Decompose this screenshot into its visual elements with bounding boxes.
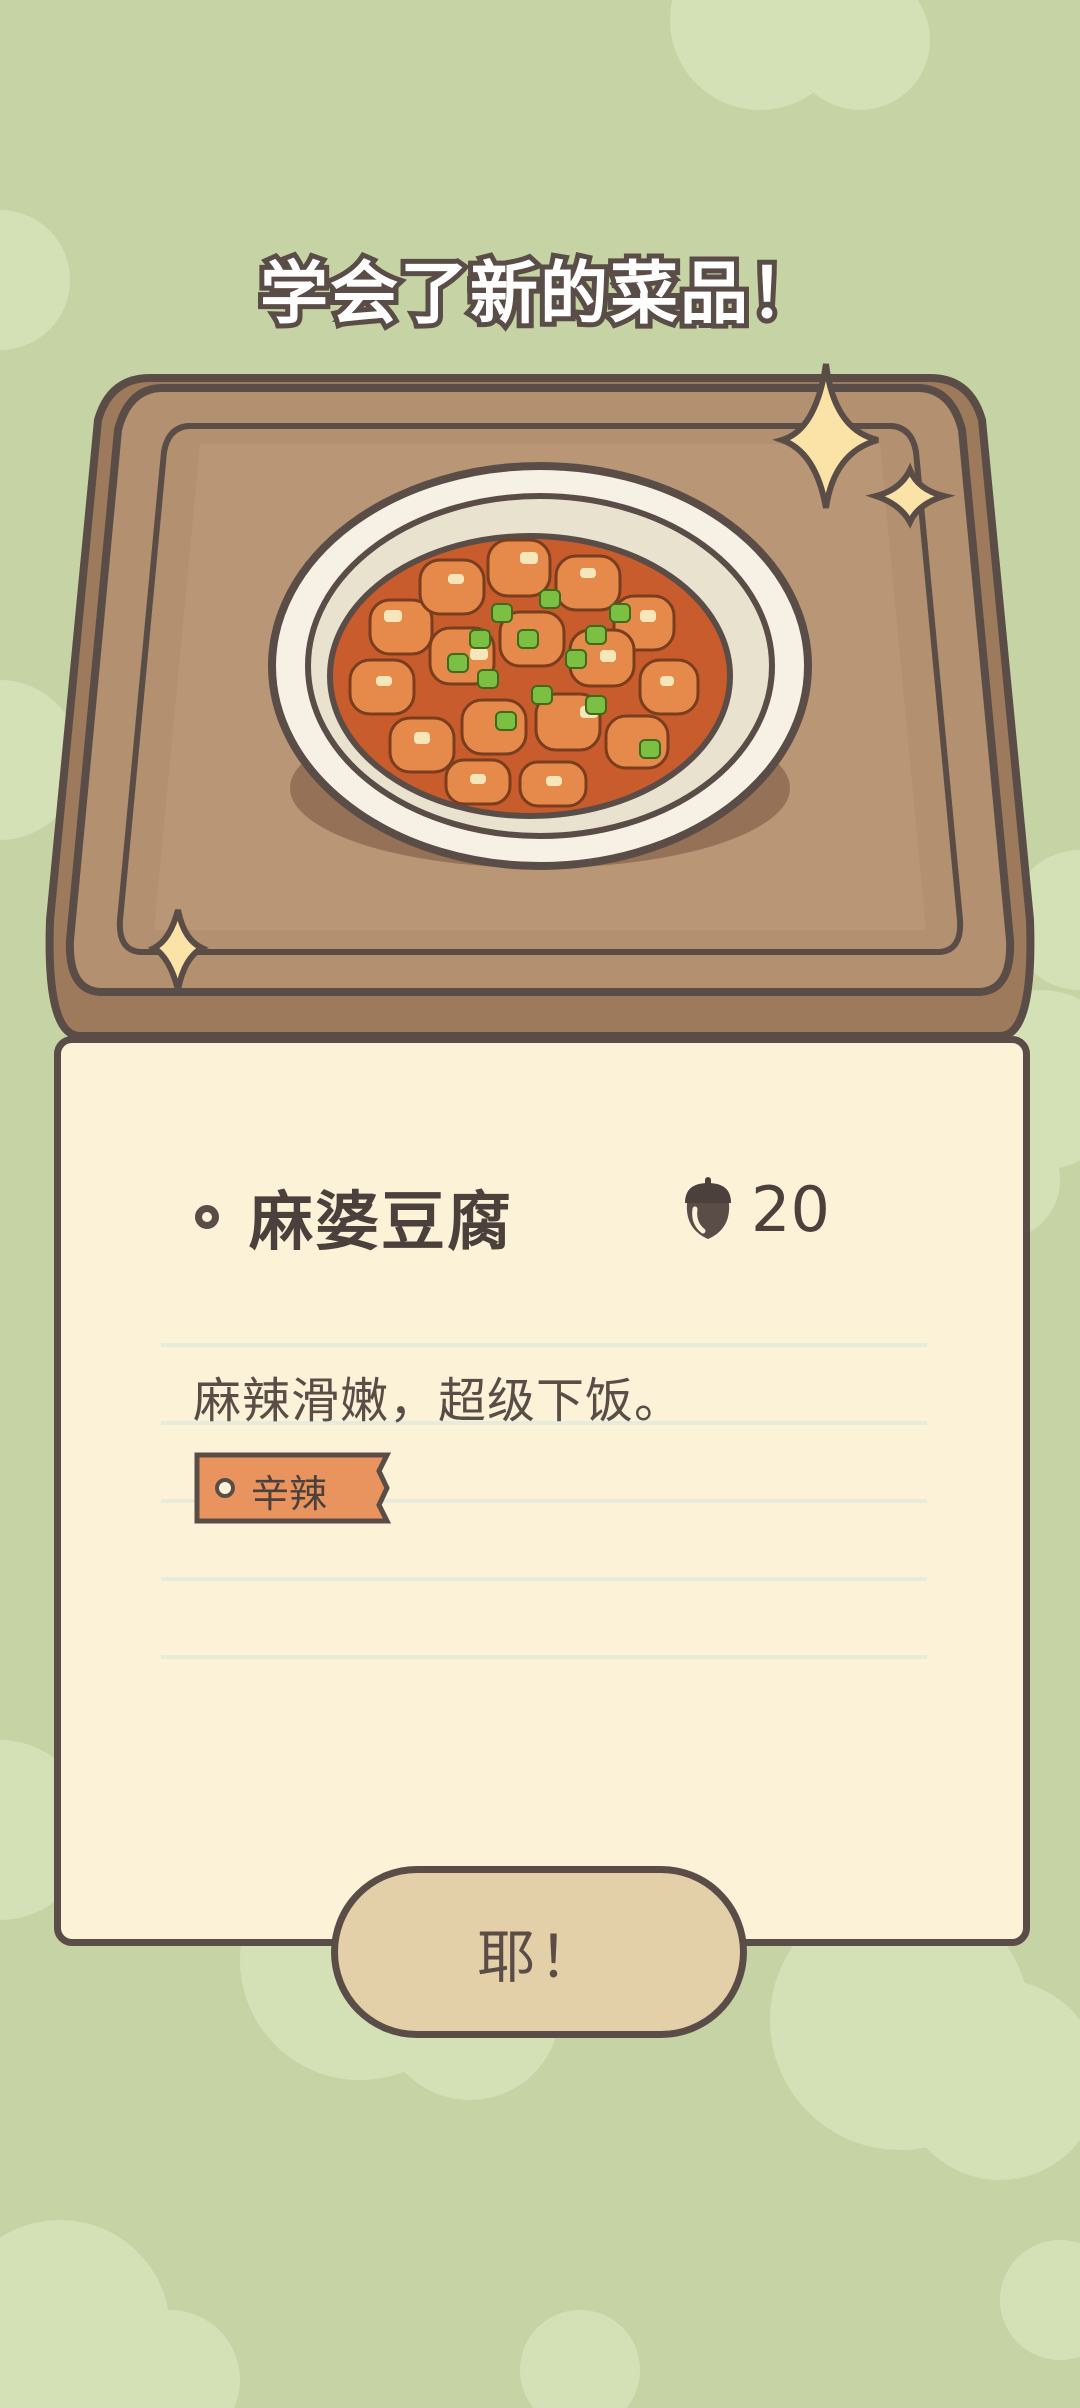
- dish-description: 麻辣滑嫩，超级下饭。: [193, 1373, 684, 1429]
- notebook-line: [161, 1577, 927, 1581]
- learned-dish-title: 学会了新的菜品！: [255, 250, 823, 339]
- acorn-icon: [685, 1176, 731, 1239]
- tag-label: 辛辣: [251, 1472, 328, 1516]
- confirm-button-label: 耶！: [476, 1923, 601, 1991]
- price-value: 20: [751, 1173, 830, 1246]
- bullet-icon: [195, 1205, 219, 1229]
- dish-name-row: 麻婆豆腐: [195, 1171, 513, 1263]
- dish-info-card: 麻婆豆腐 20 麻辣滑嫩，超级下饭。 辛辣: [54, 1036, 1030, 1946]
- confirm-button[interactable]: 耶！: [331, 1866, 747, 2038]
- dish-tray-illustration: [45, 363, 1035, 1040]
- notebook-line: [161, 1655, 927, 1659]
- flavor-tag: 辛辣: [193, 1451, 391, 1525]
- notebook-line: [161, 1343, 927, 1347]
- dish-price: 20: [677, 1173, 830, 1246]
- dish-name: 麻婆豆腐: [249, 1186, 513, 1260]
